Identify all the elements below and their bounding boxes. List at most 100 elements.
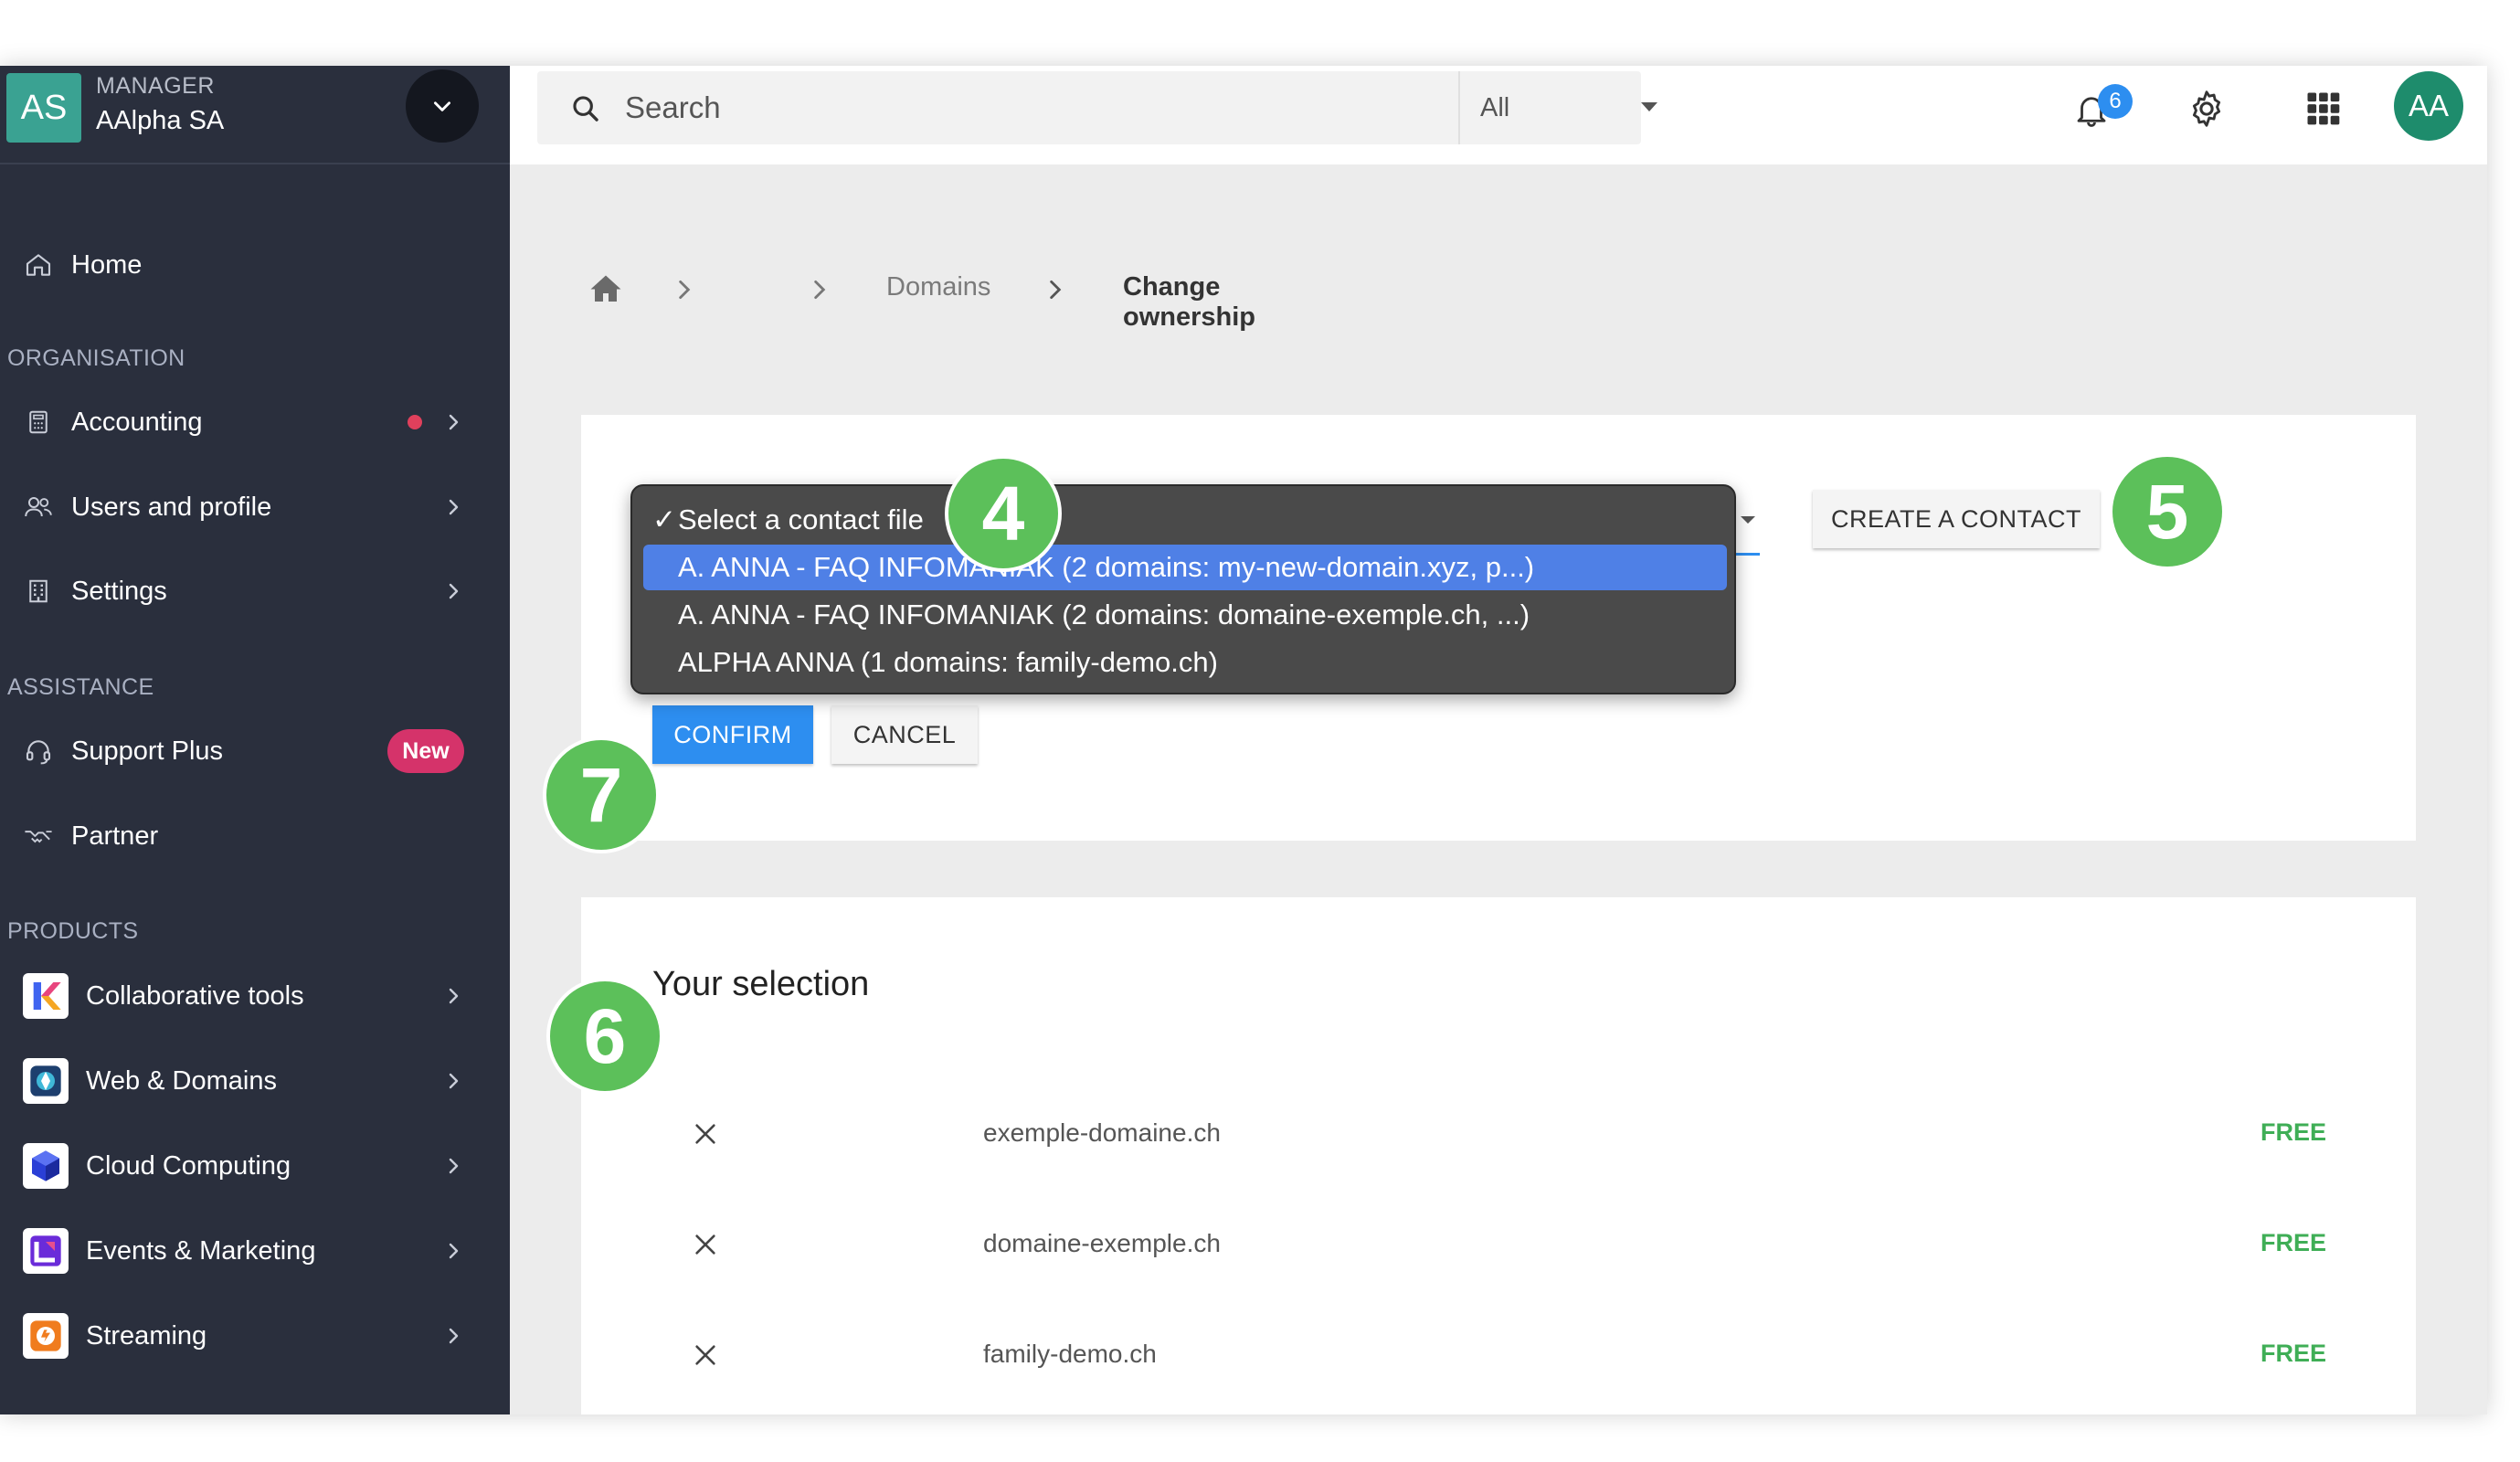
- checkmark-icon: ✓: [652, 503, 676, 535]
- cancel-button[interactable]: CANCEL: [831, 705, 978, 764]
- option-label: A. ANNA - FAQ INFOMANIAK (2 domains: dom…: [678, 599, 1530, 630]
- new-badge: New: [387, 729, 464, 773]
- events-icon: [23, 1228, 69, 1274]
- search-icon: [573, 96, 598, 122]
- notification-count-badge: 6: [2098, 84, 2133, 119]
- section-title-products: PRODUCTS: [7, 918, 139, 944]
- dropdown-option[interactable]: A. ANNA - FAQ INFOMANIAK (2 domains: dom…: [643, 592, 1727, 638]
- chevron-right-icon: [449, 1328, 459, 1344]
- breadcrumb-domains-link[interactable]: Domains: [886, 272, 990, 302]
- sidebar-item-label: Support Plus: [71, 736, 224, 766]
- chevron-right-icon: [449, 1158, 459, 1174]
- sidebar-item-label: Users and profile: [71, 492, 272, 522]
- sidebar-item-collaborative-tools[interactable]: Collaborative tools: [0, 959, 510, 1033]
- chevron-right-icon: [449, 414, 459, 430]
- price-label: FREE: [2261, 1229, 2327, 1256]
- breadcrumb-current: Change ownership: [1123, 272, 1256, 332]
- sidebar-item-label: Cloud Computing: [86, 1150, 291, 1181]
- selected-domain: exemple-domaine.ch: [983, 1118, 1221, 1147]
- option-label: Select a contact file: [678, 503, 924, 535]
- notification-dot: [408, 415, 422, 429]
- price-label: FREE: [2261, 1340, 2327, 1367]
- step-marker-5: 5: [2109, 453, 2226, 570]
- account-name: AAlpha SA: [96, 106, 225, 135]
- chevron-right-icon: [1050, 280, 1062, 300]
- search-scope-value: All: [1480, 93, 1510, 122]
- account-switcher[interactable]: AS MANAGER AAlpha SA: [0, 66, 510, 164]
- home-outline-icon: [22, 249, 55, 281]
- sidebar-item-cloud-computing[interactable]: Cloud Computing: [0, 1129, 510, 1202]
- dropdown-option[interactable]: A. ANNA - FAQ INFOMANIAK (2 domains: my-…: [643, 545, 1727, 590]
- dropdown-option-placeholder[interactable]: ✓ Select a contact file: [643, 497, 1727, 543]
- sidebar-item-support-plus[interactable]: Support Plus New: [0, 715, 510, 788]
- chevron-right-icon: [679, 280, 691, 300]
- sidebar-item-label: Settings: [71, 576, 167, 606]
- account-dropdown-button[interactable]: [406, 69, 479, 143]
- chevron-right-icon: [814, 280, 826, 300]
- chevron-right-icon: [449, 499, 459, 515]
- chevron-right-icon: [449, 583, 459, 599]
- calculator-icon: [22, 406, 55, 439]
- sidebar-item-label: Streaming: [86, 1320, 207, 1351]
- cloud-cube-icon: [23, 1143, 69, 1189]
- account-role: MANAGER: [96, 73, 215, 99]
- sidebar-item-label: Accounting: [71, 407, 203, 437]
- selected-domain: domaine-exemple.ch: [983, 1229, 1221, 1257]
- step-marker-4: 4: [945, 455, 1062, 572]
- sidebar-item-label: Web & Domains: [86, 1065, 277, 1096]
- app-grid-icon[interactable]: [2304, 90, 2343, 128]
- caret-down-icon: [1641, 102, 1657, 111]
- sidebar-item-label: Collaborative tools: [86, 980, 304, 1011]
- sidebar-item-accounting[interactable]: Accounting: [0, 386, 510, 459]
- remove-icon[interactable]: [693, 1121, 718, 1147]
- headset-icon: [22, 735, 55, 768]
- chevron-right-icon: [449, 1243, 459, 1259]
- caret-down-icon[interactable]: [1739, 514, 1757, 525]
- sidebar-item-users-profile[interactable]: Users and profile: [0, 471, 510, 544]
- home-icon[interactable]: [589, 272, 622, 303]
- option-label: ALPHA ANNA (1 domains: family-demo.ch): [678, 646, 1218, 678]
- sidebar: AS MANAGER AAlpha SA Home ORGANISATION A…: [0, 66, 510, 1414]
- app-window: AS MANAGER AAlpha SA Home ORGANISATION A…: [0, 66, 2487, 1414]
- search-bar: All: [537, 71, 1657, 144]
- section-title-organisation: ORGANISATION: [7, 345, 185, 371]
- top-bar: All 6 AA: [510, 66, 2487, 164]
- sidebar-item-label: Partner: [71, 821, 159, 851]
- search-input[interactable]: [625, 86, 1411, 130]
- chevron-right-icon: [449, 1073, 459, 1089]
- sidebar-item-web-domains[interactable]: Web & Domains: [0, 1044, 510, 1118]
- selected-domain: family-demo.ch: [983, 1340, 1157, 1368]
- dropdown-option[interactable]: ALPHA ANNA (1 domains: family-demo.ch): [643, 640, 1727, 685]
- chevron-down-icon: [434, 101, 450, 111]
- confirm-button[interactable]: CONFIRM: [652, 705, 813, 764]
- step-marker-7: 7: [543, 736, 660, 853]
- your-selection-title: Your selection: [652, 965, 870, 1003]
- sidebar-item-label: Events & Marketing: [86, 1235, 316, 1266]
- create-contact-button[interactable]: CREATE A CONTACT: [1813, 490, 2100, 548]
- section-title-assistance: ASSISTANCE: [7, 674, 154, 700]
- price-label: FREE: [2261, 1118, 2327, 1146]
- kchat-logo-icon: [23, 973, 69, 1019]
- account-avatar: AS: [6, 73, 81, 143]
- contact-select-dropdown: ✓ Select a contact file A. ANNA - FAQ IN…: [630, 484, 1736, 694]
- sidebar-item-label: Home: [71, 249, 143, 280]
- contact-select-underline: [1736, 553, 1760, 556]
- chevron-right-icon: [449, 988, 459, 1004]
- handshake-icon: [22, 820, 55, 853]
- sidebar-item-partner[interactable]: Partner: [0, 800, 510, 873]
- option-label: A. ANNA - FAQ INFOMANIAK (2 domains: my-…: [678, 551, 1535, 583]
- remove-icon[interactable]: [693, 1232, 718, 1257]
- building-icon: [22, 575, 55, 608]
- sidebar-item-events-marketing[interactable]: Events & Marketing: [0, 1214, 510, 1287]
- users-icon: [22, 491, 55, 524]
- sidebar-item-streaming[interactable]: Streaming: [0, 1299, 510, 1372]
- sidebar-item-home[interactable]: Home: [0, 228, 510, 302]
- gear-icon[interactable]: [2186, 88, 2228, 130]
- sidebar-item-settings[interactable]: Settings: [0, 555, 510, 628]
- step-marker-6: 6: [546, 978, 663, 1095]
- user-avatar[interactable]: AA: [2394, 71, 2463, 141]
- streaming-icon: [23, 1313, 69, 1359]
- web-domains-icon: [23, 1058, 69, 1104]
- remove-icon[interactable]: [693, 1342, 718, 1368]
- search-scope-select[interactable]: All: [1458, 71, 1657, 144]
